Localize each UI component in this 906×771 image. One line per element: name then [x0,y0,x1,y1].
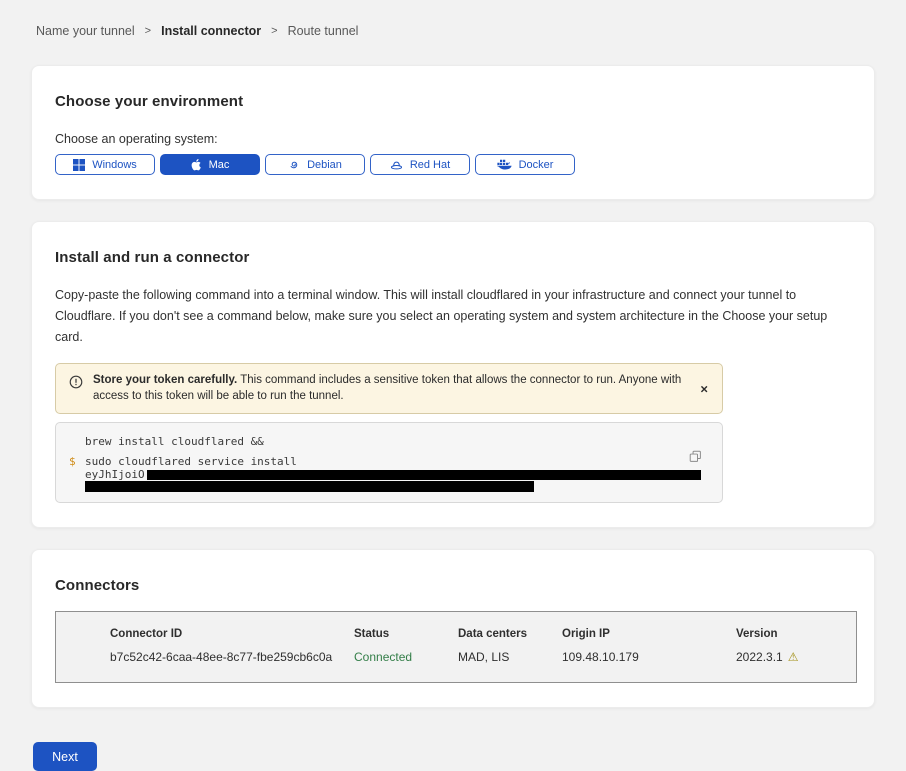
connectors-card-title: Connectors [55,577,851,595]
table-header-row: Connector ID Status Data centers Origin … [110,628,856,640]
install-command-terminal[interactable]: brew install cloudflared && $ sudo cloud… [55,422,723,503]
breadcrumb-separator: > [145,25,151,37]
install-card-title: Install and run a connector [55,249,851,267]
column-header-status: Status [354,628,458,640]
data-centers-cell: MAD, LIS [458,650,562,664]
origin-ip-cell: 109.48.10.179 [562,650,736,664]
token-warning-banner: Store your token carefully. This command… [55,363,723,414]
os-button-label: Windows [92,159,137,171]
install-connector-card: Install and run a connector Copy-paste t… [31,221,875,528]
token-prefix: eyJhIjoiO [85,468,145,481]
status-cell: Connected [354,650,458,664]
column-header-connector-id: Connector ID [110,628,354,640]
connector-id-cell: b7c52c42-6caa-48ee-8c77-fbe259cb6c0a [110,650,354,664]
warning-text: Store your token carefully. This command… [93,373,710,404]
docker-icon [497,159,512,171]
environment-card-title: Choose your environment [55,93,851,111]
breadcrumb-install-connector[interactable]: Install connector [161,24,261,38]
os-button-windows[interactable]: Windows [55,154,155,175]
redacted-token-bar [85,481,534,492]
version-cell: 2022.3.1 ⚠ [736,650,856,664]
column-header-data-centers: Data centers [458,628,562,640]
next-button[interactable]: Next [33,742,97,771]
os-button-debian[interactable]: Debian [265,154,365,175]
status-badge: Connected [354,650,412,664]
os-button-mac[interactable]: Mac [160,154,260,175]
terminal-line-3: eyJhIjoiO [85,468,702,481]
warning-title: Store your token carefully. [93,374,237,386]
tunnel-setup-page: Name your tunnel > Install connector > R… [0,0,906,771]
breadcrumb-route-tunnel[interactable]: Route tunnel [288,24,359,38]
close-icon[interactable]: × [696,380,712,397]
os-button-docker[interactable]: Docker [475,154,575,175]
connectors-table: Connector ID Status Data centers Origin … [55,611,857,683]
alert-circle-icon [69,375,83,394]
connectors-card: Connectors Connector ID Status Data cent… [31,549,875,708]
os-button-redhat[interactable]: Red Hat [370,154,470,175]
version-value: 2022.3.1 [736,650,783,664]
debian-icon [288,159,300,171]
column-header-version: Version [736,628,856,640]
copy-icon[interactable] [689,450,702,463]
redhat-icon [390,159,403,171]
shell-prompt: $ [69,455,76,468]
os-select-label: Choose an operating system: [55,132,851,146]
breadcrumb-name-your-tunnel[interactable]: Name your tunnel [36,24,135,38]
warning-triangle-icon: ⚠ [788,651,799,663]
os-button-label: Debian [307,159,342,171]
terminal-line-4 [85,481,702,494]
breadcrumb-separator: > [271,25,277,37]
terminal-line-1: brew install cloudflared && [85,435,702,448]
os-button-label: Docker [519,159,554,171]
choose-environment-card: Choose your environment Choose an operat… [31,65,875,200]
apple-icon [191,158,202,171]
os-button-label: Red Hat [410,159,450,171]
windows-icon [73,159,85,171]
breadcrumb: Name your tunnel > Install connector > R… [0,0,906,38]
os-button-group: Windows Mac Debian Red Hat [55,154,851,175]
table-row: b7c52c42-6caa-48ee-8c77-fbe259cb6c0a Con… [110,650,856,664]
install-description: Copy-paste the following command into a … [55,285,850,348]
column-header-origin-ip: Origin IP [562,628,736,640]
redacted-token-bar [147,470,701,480]
terminal-line-2: sudo cloudflared service install [85,455,702,468]
os-button-label: Mac [209,159,230,171]
